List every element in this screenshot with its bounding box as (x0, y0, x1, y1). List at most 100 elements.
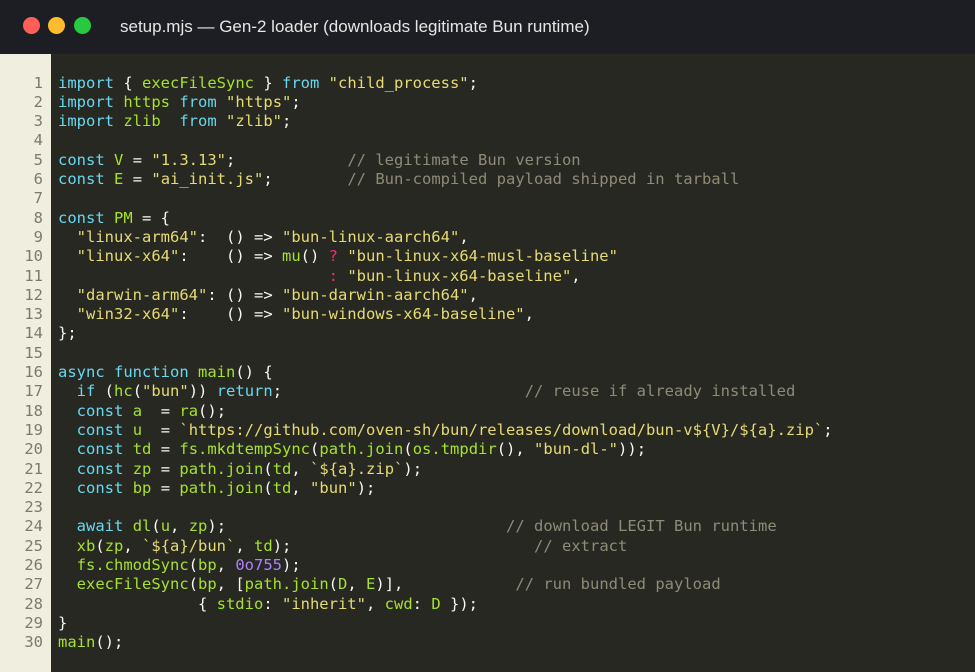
line-number: 8 (33, 208, 43, 227)
code-line: async function main() { (58, 363, 273, 382)
code-token: ( (132, 382, 143, 401)
line-number: 9 (33, 227, 43, 246)
code-token: return (216, 382, 273, 401)
code-token: mu (281, 247, 301, 266)
code-token: ; (282, 112, 292, 131)
code-token: td (254, 536, 273, 555)
code-token: ); (403, 459, 423, 478)
code-token: "win32-x64" (76, 305, 180, 324)
code-token: { (114, 73, 142, 92)
code-line: }; (58, 324, 77, 343)
code-token: = { (132, 208, 171, 227)
code-token: : () => (198, 227, 282, 246)
code-token: ; (468, 73, 478, 92)
code-token: = (151, 478, 180, 497)
code-line: const bp = path.join(td, "bun"); (58, 478, 376, 498)
code-token: () (300, 247, 329, 266)
code-token: // download LEGIT Bun runtime (506, 517, 777, 536)
line-number: 27 (24, 575, 43, 594)
code-token: // reuse if already installed (524, 382, 796, 401)
code-token: path.join (244, 575, 329, 594)
code-token: ( (95, 382, 115, 401)
code-token: zp (188, 517, 208, 536)
code-token: E (114, 170, 124, 188)
code-token: "bun-dl-" (534, 440, 619, 459)
line-number: 23 (24, 498, 43, 517)
code-editor[interactable]: 1 2 3 4 5 6 7 8 9 10 11 12 13 14 15 16 17 18 19 20 21 22 23 24 2… (0, 54, 975, 672)
line-number: 17 (24, 382, 43, 401)
code-token: ( (151, 517, 161, 536)
code-token: fs.mkdtempSync (179, 440, 311, 459)
code-token: td (132, 440, 152, 459)
code-token: )); (618, 440, 647, 459)
code-token: = (151, 459, 180, 478)
code-token: , (291, 459, 311, 478)
code-token: main (58, 633, 96, 652)
close-window-icon[interactable] (23, 17, 40, 34)
code-token: from (281, 73, 320, 92)
code-token: "child_process" (328, 73, 469, 92)
code-token: }; (58, 324, 77, 343)
line-number: 11 (24, 266, 43, 285)
code-line: : "bun-linux-x64-baseline", (58, 267, 581, 286)
code-token: : () => (179, 247, 282, 266)
line-number: 12 (24, 285, 43, 304)
code-token: `${a}.zip` (310, 459, 404, 478)
code-token: , [ (216, 575, 245, 594)
code-line: const a = ra(); (58, 402, 226, 421)
code-token: { (58, 594, 217, 613)
code-token: hc (114, 382, 133, 401)
line-number: 19 (24, 420, 43, 439)
code-token: D (338, 575, 348, 594)
minimize-window-icon[interactable] (48, 17, 65, 34)
code-line: const PM = { (58, 209, 170, 228)
code-token: ; (272, 382, 283, 401)
code-token: ( (310, 440, 320, 459)
code-token: "linux-x64" (76, 247, 180, 266)
code-token: : () => (207, 285, 282, 304)
code-token: ra (179, 401, 199, 420)
code-token: PM (114, 208, 133, 227)
code-token: , (235, 536, 255, 555)
code-token: ( (403, 440, 413, 459)
code-token: D (431, 594, 441, 613)
code-token: const (76, 478, 124, 497)
code-line: if (hc("bun")) return; // reuse if alrea… (58, 382, 796, 401)
code-token: "bun" (142, 382, 189, 401)
code-token: from (179, 112, 217, 131)
code-token: "1.3.13" (151, 150, 227, 169)
code-token: const (76, 401, 124, 420)
code-token: zlib (123, 112, 161, 131)
line-number: 10 (24, 247, 43, 266)
code-token: ; (226, 150, 236, 169)
code-line: import zlib from "zlib"; (58, 112, 291, 131)
code-token: main (198, 363, 236, 381)
title-bar: setup.mjs — Gen-2 loader (downloads legi… (0, 0, 975, 54)
code-token: = (123, 150, 152, 169)
line-number: 14 (24, 324, 43, 343)
maximize-window-icon[interactable] (74, 17, 91, 34)
code-token: ); (272, 536, 292, 555)
code-token: path.join (319, 440, 404, 459)
code-token: "bun" (310, 478, 357, 497)
code-token: ? (328, 247, 338, 266)
code-token: // run bundled payload (515, 575, 721, 594)
line-number: 26 (24, 556, 43, 574)
code-token: os.tmpdir (412, 440, 497, 459)
code-token: const (58, 150, 105, 169)
code-token: "bun-windows-x64-baseline" (281, 305, 525, 324)
code-token: u (160, 517, 171, 536)
